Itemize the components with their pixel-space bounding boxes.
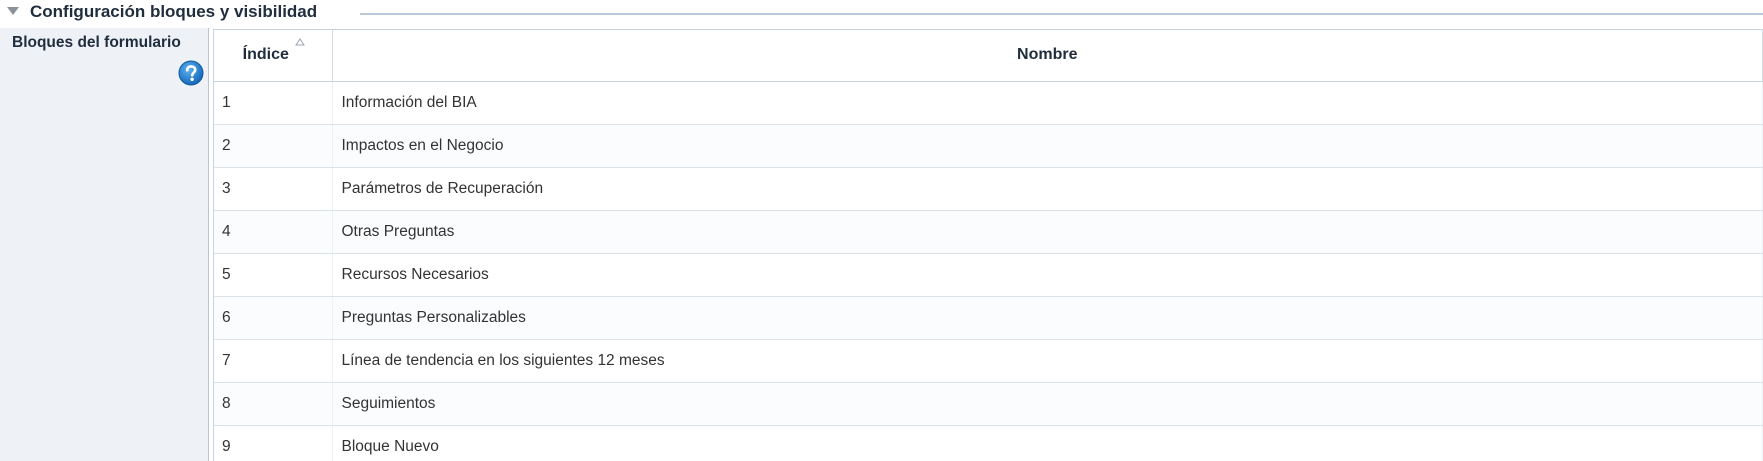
triangle-down-icon[interactable] bbox=[6, 5, 24, 21]
cell-name: Recursos Necesarios bbox=[332, 253, 1763, 297]
section-header: Configuración bloques y visibilidad bbox=[0, 0, 1763, 28]
cell-index: 2 bbox=[214, 124, 333, 168]
table-row[interactable]: 3 Parámetros de Recuperación bbox=[214, 167, 1763, 211]
column-header-name[interactable]: Nombre bbox=[332, 30, 1763, 82]
table-row[interactable]: 8 Seguimientos bbox=[214, 382, 1763, 426]
cell-index: 5 bbox=[214, 253, 333, 297]
table-row[interactable]: 1 Información del BIA bbox=[214, 81, 1763, 125]
section-title: Configuración bloques y visibilidad bbox=[30, 2, 322, 22]
sort-ascending-icon[interactable] bbox=[294, 38, 305, 46]
cell-index: 4 bbox=[214, 210, 333, 254]
column-header-label: Índice bbox=[242, 46, 289, 64]
blocks-table: Índice Nombre 1Información del BIA2Im bbox=[213, 29, 1763, 461]
field-label: Bloques del formulario bbox=[12, 34, 181, 51]
section-divider bbox=[360, 13, 1763, 15]
question-mark-icon[interactable] bbox=[178, 60, 204, 86]
cell-name: Impactos en el Negocio bbox=[332, 124, 1763, 168]
form-configuration-page: Configuración bloques y visibilidad Bloq… bbox=[0, 0, 1763, 461]
cell-name: Línea de tendencia en los siguientes 12 … bbox=[332, 339, 1763, 383]
table-header-row: Índice Nombre bbox=[214, 30, 1763, 82]
cell-index: 1 bbox=[214, 81, 333, 125]
cell-name: Otras Preguntas bbox=[332, 210, 1763, 254]
cell-name: Parámetros de Recuperación bbox=[332, 167, 1763, 211]
cell-index: 9 bbox=[214, 425, 333, 461]
cell-index: 6 bbox=[214, 296, 333, 340]
table-body: 1 Información del BIA 2 Impactos en el Nego… bbox=[214, 81, 1763, 461]
cell-name: Bloque Nuevo bbox=[332, 425, 1763, 461]
cell-index: 7 bbox=[214, 339, 333, 383]
cell-name: Preguntas Personalizables bbox=[332, 296, 1763, 340]
table-row[interactable]: 2 Impactos en el Negocio bbox=[214, 124, 1763, 168]
column-header-label: Nombre bbox=[1017, 46, 1078, 64]
table-row[interactable]: 4 Otras Preguntas bbox=[214, 210, 1763, 254]
cell-index: 3 bbox=[214, 167, 333, 211]
cell-index: 8 bbox=[214, 382, 333, 426]
table-row[interactable]: 9 Bloque Nuevo bbox=[214, 425, 1763, 461]
cell-name: Seguimientos bbox=[332, 382, 1763, 426]
column-header-index[interactable]: Índice bbox=[214, 30, 333, 82]
table-row[interactable]: 7 Línea de tendencia en los siguientes 12… bbox=[214, 339, 1763, 383]
field-label-panel: Bloques del formulario bbox=[0, 28, 209, 461]
table-row[interactable]: 5 Recursos Necesarios bbox=[214, 253, 1763, 297]
cell-name: Información del BIA bbox=[332, 81, 1763, 125]
table-row[interactable]: 6 Preguntas Personalizables bbox=[214, 296, 1763, 340]
